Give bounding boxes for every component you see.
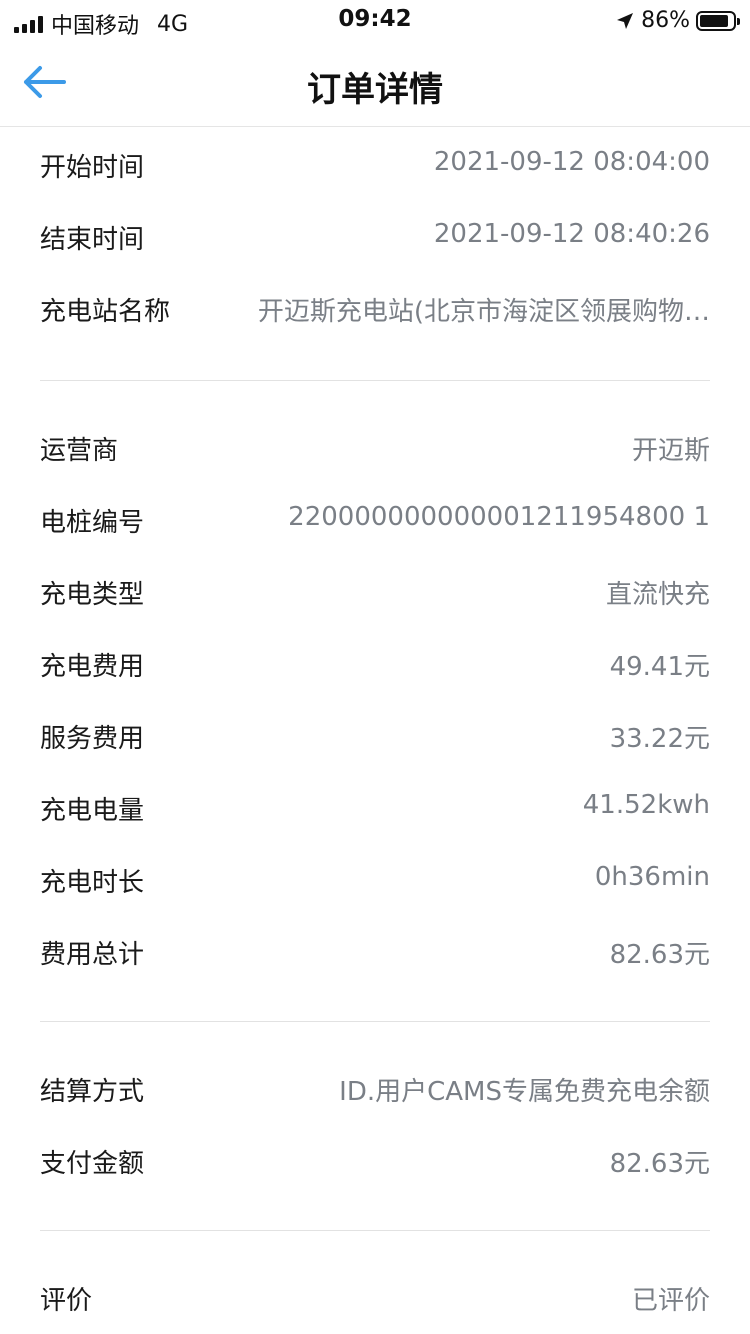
- row-value: 0h36min: [594, 862, 710, 892]
- detail-row: 费用总计 82.63元: [40, 915, 710, 987]
- row-value: ID.用户CAMS专属免费充电余额: [339, 1077, 710, 1107]
- row-value: 已评价: [631, 1286, 710, 1316]
- row-label: 结束时间: [40, 225, 145, 255]
- row-value: 33.22元: [609, 724, 710, 754]
- row-value: 82.63元: [609, 1149, 710, 1179]
- detail-row: 充电类型 直流快充: [40, 555, 710, 627]
- row-value: 2021-09-12 08:04:00: [433, 147, 710, 177]
- row-value: 开迈斯: [631, 436, 710, 466]
- row-label: 开始时间: [40, 153, 145, 183]
- row-label: 电桩编号: [40, 508, 145, 538]
- row-label: 评价: [40, 1286, 93, 1316]
- row-label: 支付金额: [40, 1149, 145, 1179]
- detail-row: 充电电量 41.52kwh: [40, 771, 710, 843]
- detail-row: 结束时间 2021-09-12 08:40:26: [40, 200, 710, 272]
- battery-percent: 86%: [641, 8, 690, 33]
- battery-icon: [696, 10, 740, 31]
- detail-row: 支付金额 82.63元: [40, 1124, 710, 1196]
- status-bar: 中国移动 4G 09:42 86%: [0, 0, 750, 40]
- detail-row: 充电费用 49.41元: [40, 627, 710, 699]
- row-value: 82.63元: [609, 940, 710, 970]
- navigation-bar: 订单详情: [0, 40, 750, 127]
- row-label: 充电电量: [40, 796, 145, 826]
- charging-info-section: 运营商 开迈斯电桩编号 220000000000001211954800 1 充电类型…: [0, 411, 750, 987]
- detail-row: 服务费用 33.22元: [40, 699, 710, 771]
- detail-row: 充电站名称 开迈斯充电站(北京市海淀区领展购物…: [40, 272, 710, 344]
- row-label: 费用总计: [40, 940, 145, 970]
- row-label: 运营商: [40, 436, 119, 466]
- row-label: 充电费用: [40, 652, 145, 682]
- row-value: 直流快充: [605, 580, 710, 610]
- row-value: 41.52kwh: [582, 790, 710, 820]
- location-arrow-icon: [617, 12, 634, 29]
- detail-row: 结算方式 ID.用户CAMS专属免费充电余额: [40, 1052, 710, 1124]
- detail-row: 运营商 开迈斯: [40, 411, 710, 483]
- detail-row: 开始时间 2021-09-12 08:04:00: [40, 128, 710, 200]
- row-label: 结算方式: [40, 1077, 145, 1107]
- detail-row: 充电时长 0h36min: [40, 843, 710, 915]
- row-label: 充电时长: [40, 868, 145, 898]
- status-right: 86%: [615, 8, 740, 33]
- review-section: 评价 已评价: [0, 1261, 750, 1333]
- order-detail-content: 开始时间 2021-09-12 08:04:00 结束时间 2021-09-12 08…: [0, 128, 750, 1333]
- row-value: 开迈斯充电站(北京市海淀区领展购物…: [257, 297, 710, 327]
- review-row[interactable]: 评价 已评价: [40, 1261, 710, 1333]
- page-title: 订单详情: [307, 70, 443, 110]
- payment-section: 结算方式 ID.用户CAMS专属免费充电余额支付金额 82.63元: [0, 1052, 750, 1196]
- row-value: 220000000000001211954800 1: [288, 502, 710, 532]
- row-value: 2021-09-12 08:40:26: [433, 219, 710, 249]
- detail-row: 电桩编号 220000000000001211954800 1: [40, 483, 710, 555]
- row-value: 49.41元: [609, 652, 710, 682]
- row-label: 服务费用: [40, 724, 145, 754]
- battery-fill: [700, 14, 728, 27]
- time-station-section: 开始时间 2021-09-12 08:04:00 结束时间 2021-09-12 08…: [0, 128, 750, 344]
- row-label: 充电站名称: [40, 297, 171, 327]
- row-label: 充电类型: [40, 580, 145, 610]
